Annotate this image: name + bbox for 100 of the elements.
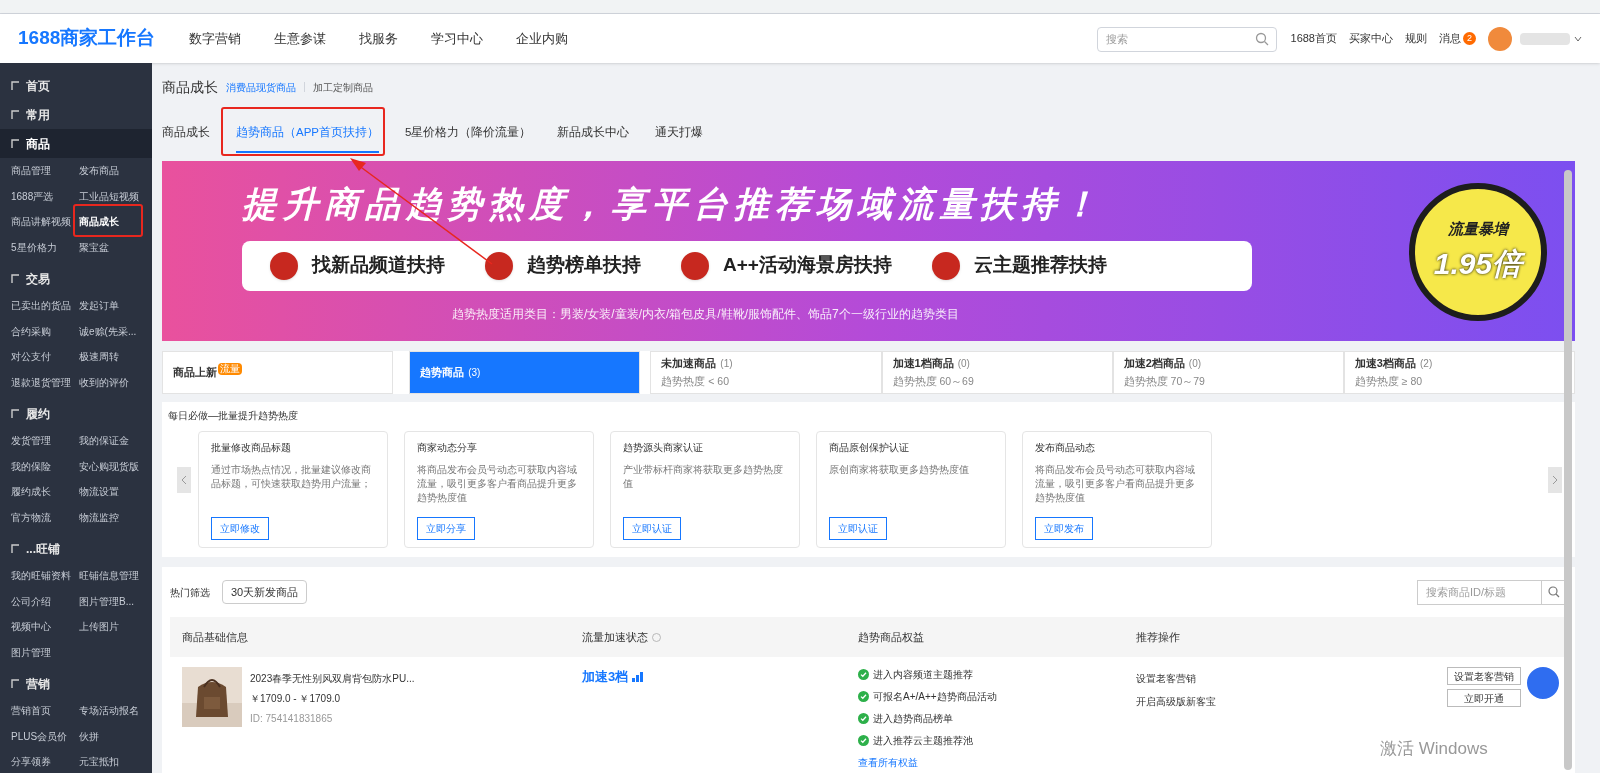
activation-notice: 激活 Windows (1380, 739, 1488, 758)
sidebar-item[interactable]: 履约成长 (11, 479, 79, 505)
tab[interactable]: 趋势商品（APP首页扶持） (236, 115, 379, 153)
benefit-text: 进入推荐云主题推荐池 (873, 734, 973, 748)
row-button[interactable]: 立即开通 (1447, 689, 1521, 707)
stage-range: 趋势热度 60～69 (892, 373, 975, 389)
category-link[interactable]: 消费品现货商品 (226, 79, 296, 95)
sidebar-item[interactable]: 商品讲解视频 (11, 209, 79, 235)
sidebar-item[interactable]: 发布商品 (79, 158, 152, 184)
action-button[interactable]: 立即认证 (829, 517, 887, 540)
sidebar-item[interactable]: 聚宝盆 (79, 234, 152, 260)
sidebar-item[interactable]: 旺铺信息管理 (79, 563, 152, 589)
recommended-action: 设置老客营销 (1136, 672, 1197, 686)
benefit-label: 趋势榜单扶持 (527, 253, 641, 278)
column-header: 推荐操作 (1136, 629, 1180, 645)
tab[interactable]: 商品成长 (162, 115, 210, 153)
header-link[interactable]: 买家中心 (1349, 30, 1393, 47)
card-title: 商家动态分享 (417, 441, 478, 455)
tab[interactable]: 新品成长中心 (557, 115, 630, 153)
action-button[interactable]: 立即认证 (623, 517, 681, 540)
sidebar-item[interactable]: 官方物流 (11, 504, 79, 530)
sidebar-item[interactable]: 对公支付 (11, 344, 79, 370)
sidebar-item[interactable]: 商品成长 (79, 209, 152, 235)
recommended-action: 开启高级版新客宝 (1136, 695, 1216, 709)
sidebar-item[interactable]: 伙拼 (79, 723, 152, 749)
sidebar-item[interactable]: 极速周转 (79, 344, 152, 370)
sidebar-item[interactable]: 公司介绍 (11, 588, 79, 614)
sidebar-section[interactable]: 交易 (0, 264, 152, 293)
stage-range: 趋势热度 70～79 (1123, 373, 1206, 389)
search-field[interactable]: 搜索 (1096, 26, 1277, 52)
sidebar-item[interactable]: 安心购现货版 (79, 453, 152, 479)
sidebar-item[interactable]: 分享领券 (11, 749, 79, 773)
avatar[interactable] (1488, 26, 1512, 51)
header-link[interactable]: 1688首页 (1290, 30, 1337, 47)
action-button[interactable]: 立即分享 (417, 517, 475, 540)
section-icon (11, 80, 21, 91)
sidebar-item[interactable]: 物流设置 (79, 479, 152, 505)
sidebar-section[interactable]: ...旺铺 (0, 534, 152, 563)
category-link[interactable]: 加工定制商品 (313, 79, 373, 95)
header-link[interactable]: 规则 (1405, 30, 1427, 47)
action-button[interactable]: 立即发布 (1035, 517, 1093, 540)
stage-count: (2) (1420, 357, 1433, 372)
column-header: 商品基础信息 (182, 629, 248, 645)
nav-link[interactable]: 企业内购 (516, 28, 569, 49)
sidebar-item[interactable]: 收到的评价 (79, 369, 152, 395)
sidebar-item[interactable]: 发货管理 (11, 428, 79, 454)
sidebar-item[interactable]: 图片管理 (11, 639, 79, 665)
messages-link[interactable]: 消息 2 (1439, 30, 1476, 47)
sidebar-section[interactable]: 营销 (0, 669, 152, 698)
sidebar-section[interactable]: 首页 (0, 71, 152, 100)
scrollbar[interactable] (1564, 170, 1572, 770)
signal-bars-icon (632, 671, 645, 682)
stage-label: 加速3档商品 (1354, 356, 1416, 372)
action-button[interactable]: 立即修改 (211, 517, 269, 540)
sidebar-item[interactable]: 1688严选 (11, 183, 79, 209)
search-field[interactable]: 搜索商品ID/标题 (1417, 579, 1542, 605)
bullet-icon (931, 251, 960, 280)
stage-tab[interactable]: 加速3档商品 (2) 趋势热度 ≥ 80 (1343, 351, 1576, 394)
stage-tab[interactable]: 加速1档商品 (0) 趋势热度 60～69 (881, 351, 1113, 394)
sidebar-item[interactable]: 上传图片 (79, 614, 152, 640)
nav-link[interactable]: 数字营销 (189, 28, 242, 49)
sidebar-item[interactable]: 视频中心 (11, 614, 79, 640)
row-button[interactable]: 设置老客营销 (1447, 667, 1521, 685)
sidebar-section[interactable]: 常用 (0, 100, 152, 129)
sidebar-item[interactable]: 物流监控 (79, 504, 152, 530)
highlight-frame (73, 204, 143, 237)
sidebar-item[interactable]: 5星价格力 (11, 234, 79, 260)
sidebar-item[interactable]: 我的旺铺资料 (11, 563, 79, 589)
bullet-icon (681, 251, 709, 280)
sidebar-item[interactable]: 发起订单 (79, 293, 152, 319)
sidebar-item[interactable]: 我的保险 (11, 453, 79, 479)
sidebar-item[interactable]: PLUS会员价 (11, 723, 79, 749)
stage-tab[interactable]: 加速2档商品 (0) 趋势热度 70～79 (1112, 351, 1344, 394)
sidebar-item[interactable]: 合约采购 (11, 318, 79, 344)
nav-link[interactable]: 找服务 (359, 28, 399, 49)
filter-chip[interactable]: 30天新发商品 (222, 580, 308, 604)
tab[interactable]: 通天打爆 (655, 115, 704, 153)
sidebar-item[interactable]: 元宝抵扣 (79, 749, 152, 773)
stage-tab[interactable]: 未加速商品 (1) 趋势热度 < 60 (650, 351, 882, 394)
nav-link[interactable]: 生意参谋 (274, 28, 327, 49)
sidebar-item[interactable]: 我的保证金 (79, 428, 152, 454)
stage-tab[interactable]: 趋势商品 (3) (409, 351, 641, 394)
sidebar-item[interactable]: 图片管理B... (79, 588, 152, 614)
section-icon (11, 408, 21, 419)
sidebar-item[interactable]: 专场活动报名 (79, 698, 152, 724)
sidebar-item[interactable]: 营销首页 (11, 698, 79, 724)
sidebar-item[interactable]: 退款退货管理 (11, 369, 79, 395)
product-title[interactable]: 2023春季无性别风双肩背包防水PU... (250, 671, 415, 686)
tab[interactable]: 5星价格力（降价流量） (405, 115, 532, 153)
sidebar-item[interactable]: 诚e赊(先采... (79, 318, 152, 344)
sidebar-item[interactable]: 商品管理 (11, 158, 79, 184)
filter-label: 热门筛选 (170, 585, 210, 600)
nav-link[interactable]: 学习中心 (431, 28, 484, 49)
stage-tab[interactable]: 商品上新 流量 (162, 351, 394, 394)
sidebar-section[interactable]: 履约 (0, 399, 152, 428)
logo[interactable]: 1688商家工作台 (18, 24, 156, 53)
sidebar-item[interactable]: 工业品短视频 (79, 183, 152, 209)
sidebar-section[interactable]: 商品 (0, 129, 152, 158)
benefits-link[interactable]: 查看所有权益 (858, 755, 1136, 770)
sidebar-item[interactable]: 已卖出的货品 (11, 293, 79, 319)
